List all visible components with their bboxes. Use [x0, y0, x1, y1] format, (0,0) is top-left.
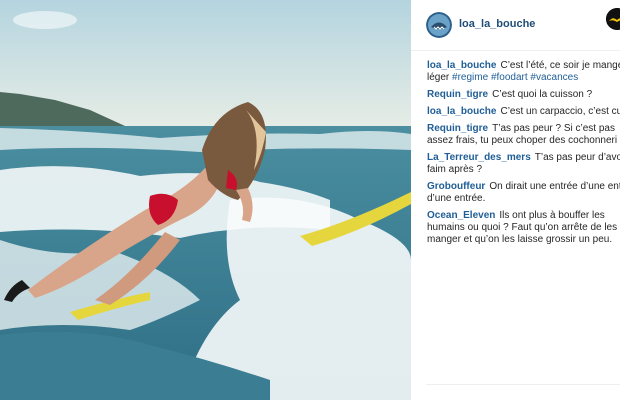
comment-list: loa_la_bouche C’est l’été, ce soir je man…: [427, 60, 620, 251]
comment-username[interactable]: Requin_tigre: [427, 123, 488, 134]
header-username[interactable]: loa_la_bouche: [459, 18, 535, 30]
comment-username[interactable]: Requin_tigre: [427, 89, 488, 100]
comment-item: Requin_tigre T’as pas peur ? Si c’est pas…: [427, 123, 620, 147]
hashtag-link[interactable]: #vacances: [530, 72, 578, 83]
hashtag-link[interactable]: #foodart: [491, 72, 528, 83]
divider: [426, 384, 620, 385]
comment-item: Ocean_Eleven Ils ont plus à bouffer les h…: [427, 210, 620, 246]
comment-text: C’est un carpaccio, c’est cu: [500, 106, 620, 117]
comment-username[interactable]: loa_la_bouche: [427, 106, 496, 117]
mustache-badge[interactable]: [606, 8, 620, 30]
post-header: loa_la_bouche: [411, 0, 620, 51]
surfer-photo: [0, 0, 411, 400]
comment-item: Requin_tigre C’est quoi la cuisson ?: [427, 89, 620, 101]
comment-item: loa_la_bouche C’est un carpaccio, c’est c…: [427, 106, 620, 118]
avatar[interactable]: [426, 12, 452, 38]
comment-text: C’est quoi la cuisson ?: [492, 89, 593, 100]
comment-item: Grobouffeur On dirait une entrée d’une en…: [427, 181, 620, 205]
post-photo[interactable]: [0, 0, 411, 400]
comment-username[interactable]: Grobouffeur: [427, 181, 485, 192]
comment-item: La_Terreur_des_mers T’as pas peur d’avo f…: [427, 152, 620, 176]
comments-panel: loa_la_bouche loa_la_bouche C’est l’été, …: [411, 0, 620, 400]
comment-username[interactable]: Ocean_Eleven: [427, 210, 495, 221]
mustache-icon: [606, 8, 620, 30]
comment-item: loa_la_bouche C’est l’été, ce soir je man…: [427, 60, 620, 84]
comment-username[interactable]: loa_la_bouche: [427, 60, 496, 71]
comment-username[interactable]: La_Terreur_des_mers: [427, 152, 531, 163]
shark-avatar-icon: [426, 12, 452, 38]
hashtag-link[interactable]: #regime: [452, 72, 488, 83]
